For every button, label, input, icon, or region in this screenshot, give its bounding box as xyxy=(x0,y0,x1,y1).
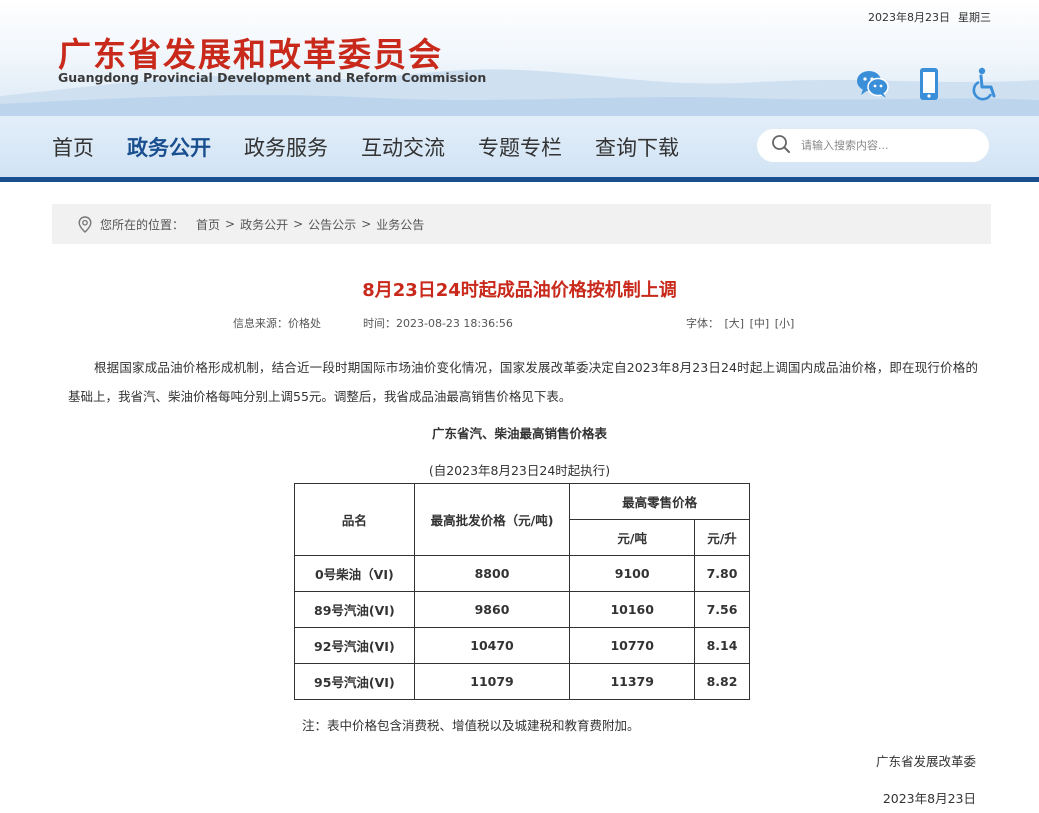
breadcrumb-prefix: 您所在的位置： xyxy=(100,217,185,232)
nav-item-government-affairs-open[interactable]: 政务公开 xyxy=(127,132,211,162)
article-title: 8月23日24时起成品油价格按机制上调 xyxy=(362,280,677,301)
breadcrumb: 您所在的位置： 首页 > 政务公开 > 公告公示 > 业务公告 xyxy=(52,204,991,244)
font-size-medium-button[interactable]: [中] xyxy=(750,317,770,330)
current-date: 2023年8月23日 星期三 xyxy=(868,9,991,25)
breadcrumb-separator: > xyxy=(361,217,372,231)
cell-retail-per-liter: 8.14 xyxy=(694,627,750,664)
table-row: 95号汽油(VI) 11079 11379 8.82 xyxy=(294,663,750,700)
wechat-icon[interactable] xyxy=(855,66,891,102)
breadcrumb-government-affairs-open[interactable]: 政务公开 xyxy=(240,216,288,233)
cell-retail-per-ton: 10160 xyxy=(569,591,696,628)
article-paragraph: 根据国家成品油价格形成机制，结合近一段时期国际市场油价变化情况，国家发展改革委决… xyxy=(68,360,978,404)
signature-organization: 广东省发展改革委 xyxy=(875,754,976,769)
breadcrumb-home[interactable]: 首页 xyxy=(196,216,220,233)
article-time: 时间：2023-08-23 18:36:56 xyxy=(363,317,513,330)
font-size-switcher: 字体： [大] [中] [小] xyxy=(686,315,794,331)
cell-wholesale: 11079 xyxy=(413,663,571,700)
search-icon[interactable] xyxy=(771,134,791,158)
price-table-note: 注：表中价格包含消费税、增值税以及城建税和教育费附加。 xyxy=(302,718,640,733)
cell-wholesale: 10470 xyxy=(413,627,571,664)
font-size-small-button[interactable]: [小] xyxy=(775,317,795,330)
nav-item-home[interactable]: 首页 xyxy=(52,132,94,162)
date-text: 2023年8月23日 xyxy=(868,11,950,24)
cell-retail-per-liter: 7.80 xyxy=(694,555,750,592)
font-size-label: 字体： xyxy=(686,317,719,330)
cell-wholesale: 9860 xyxy=(413,591,571,628)
search-input[interactable] xyxy=(801,139,981,152)
cell-product-name: 95号汽油(VI) xyxy=(294,663,415,700)
table-header-row: 品名 最高批发价格（元/吨) 最高零售价格 xyxy=(294,483,750,556)
cell-wholesale: 8800 xyxy=(413,555,571,592)
breadcrumb-announcements[interactable]: 公告公示 xyxy=(308,216,356,233)
table-row: 92号汽油(VI) 10470 10770 8.14 xyxy=(294,627,750,664)
price-table-subtitle: (自2023年8月23日24时起执行) xyxy=(428,463,611,478)
nav-bottom-border xyxy=(0,177,1039,182)
font-size-large-button[interactable]: [大] xyxy=(725,317,745,330)
weekday-text: 星期三 xyxy=(958,11,991,24)
header-retail-price: 最高零售价格 xyxy=(569,483,750,520)
nav-menu: 首页 政务公开 政务服务 互动交流 专题专栏 查询下载 xyxy=(52,116,712,178)
site-logo-english[interactable]: Guangdong Provincial Development and Ref… xyxy=(58,70,486,85)
breadcrumb-separator: > xyxy=(225,217,236,231)
site-header: 2023年8月23日 星期三 广东省发展和改革委员会 Guangdong Prov… xyxy=(0,0,1039,116)
nav-item-query-download[interactable]: 查询下载 xyxy=(595,132,679,162)
cell-product-name: 89号汽油(VI) xyxy=(294,591,415,628)
cell-retail-per-ton: 10770 xyxy=(569,627,696,664)
nav-item-special-topics[interactable]: 专题专栏 xyxy=(478,132,562,162)
cell-product-name: 92号汽油(VI) xyxy=(294,627,415,664)
price-table: 品名 最高批发价格（元/吨) 最高零售价格 元/吨 元/升 0号柴油（VI) 8… xyxy=(294,483,750,700)
table-row: 89号汽油(VI) 9860 10160 7.56 xyxy=(294,591,750,628)
header-per-ton: 元/吨 xyxy=(569,519,696,556)
article-source: 信息来源：价格处 xyxy=(233,317,321,330)
header-tool-icons xyxy=(855,66,1003,102)
main-nav: 首页 政务公开 政务服务 互动交流 专题专栏 查询下载 xyxy=(0,116,1039,178)
search-box[interactable] xyxy=(757,129,989,162)
breadcrumb-business-announcements[interactable]: 业务公告 xyxy=(376,216,424,233)
signature-date: 2023年8月23日 xyxy=(882,791,976,806)
header-wholesale-price: 最高批发价格（元/吨) xyxy=(413,483,571,556)
nav-item-government-services[interactable]: 政务服务 xyxy=(244,132,328,162)
cell-product-name: 0号柴油（VI) xyxy=(294,555,415,592)
header-product-name: 品名 xyxy=(294,483,415,556)
nav-item-interaction[interactable]: 互动交流 xyxy=(361,132,445,162)
cell-retail-per-liter: 7.56 xyxy=(694,591,750,628)
site-logo-chinese[interactable]: 广东省发展和改革委员会 xyxy=(58,28,443,76)
cell-retail-per-ton: 9100 xyxy=(569,555,696,592)
header-per-liter: 元/升 xyxy=(694,519,750,556)
accessibility-icon[interactable] xyxy=(967,66,1003,102)
location-pin-icon xyxy=(78,215,92,233)
breadcrumb-separator: > xyxy=(293,217,304,231)
table-row: 0号柴油（VI) 8800 9100 7.80 xyxy=(294,555,750,592)
cell-retail-per-ton: 11379 xyxy=(569,663,696,700)
cell-retail-per-liter: 8.82 xyxy=(694,663,750,700)
price-table-title: 广东省汽、柴油最高销售价格表 xyxy=(431,426,607,441)
mobile-icon[interactable] xyxy=(911,66,947,102)
